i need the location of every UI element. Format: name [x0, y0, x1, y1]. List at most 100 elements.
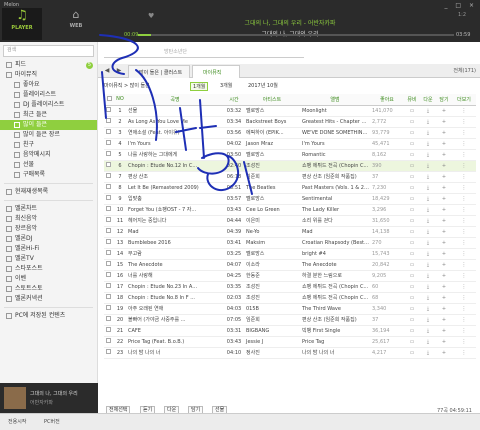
- add-icon[interactable]: +: [436, 259, 452, 271]
- mv-icon[interactable]: ▭: [404, 303, 420, 315]
- filter-option-3m[interactable]: 3개월: [220, 82, 232, 89]
- mv-icon[interactable]: ▭: [404, 193, 420, 205]
- checkbox[interactable]: [106, 151, 111, 156]
- add-icon[interactable]: +: [436, 171, 452, 183]
- row-likes[interactable]: 7,230: [370, 182, 404, 194]
- add-icon[interactable]: +: [436, 325, 452, 337]
- row-album[interactable]: I'm Yours: [300, 138, 370, 150]
- row-album[interactable]: 쇼팽 에튀드 전곡 (Chopin C...: [300, 281, 370, 293]
- row-checkbox[interactable]: [104, 149, 114, 161]
- download-icon[interactable]: ⤓: [420, 127, 436, 139]
- download-icon[interactable]: ⤓: [420, 204, 436, 216]
- row-album[interactable]: 소리 위를 걷다: [300, 215, 370, 227]
- row-artist[interactable]: 임준희: [244, 171, 300, 183]
- add-icon[interactable]: +: [436, 193, 452, 205]
- row-title[interactable]: As Long As You Love Me: [126, 116, 224, 128]
- more-icon[interactable]: ⋮: [452, 149, 476, 161]
- row-checkbox[interactable]: [104, 226, 114, 238]
- row-title[interactable]: 선물: [126, 105, 224, 117]
- more-icon[interactable]: ⋮: [452, 160, 476, 172]
- download-icon[interactable]: ⤓: [420, 292, 436, 304]
- bottom-item-start[interactable]: 전용시작: [8, 418, 26, 425]
- mv-icon[interactable]: ▭: [404, 325, 420, 337]
- table-row[interactable]: 14 부고람 03:25 멜로망스 bright #4 15,743 ▭ ⤓ + ⋮: [104, 248, 476, 260]
- row-title[interactable]: I'm Yours: [126, 138, 224, 150]
- row-checkbox[interactable]: [104, 215, 114, 227]
- checkbox[interactable]: [106, 239, 111, 244]
- row-album[interactable]: Romantic: [300, 149, 370, 161]
- download-icon[interactable]: ⤓: [420, 138, 436, 150]
- row-title[interactable]: Chopin : Etude No.8 In F ...: [126, 292, 224, 304]
- download-icon[interactable]: ⤓: [420, 116, 436, 128]
- tab-forward-icon[interactable]: ▶: [114, 66, 124, 76]
- sidebar-item[interactable]: 선물: [0, 160, 97, 170]
- download-icon[interactable]: ⤓: [420, 303, 436, 315]
- progress-bar[interactable]: [138, 34, 454, 36]
- row-album[interactable]: Price Tag: [300, 336, 370, 348]
- more-icon[interactable]: ⋮: [452, 226, 476, 238]
- more-icon[interactable]: ⋮: [452, 215, 476, 227]
- download-icon[interactable]: ⤓: [420, 281, 436, 293]
- table-row[interactable]: 11 헤어지는 중입니다 04:44 이은미 소리 위를 걷다 31,650 ▭ ⤓ + ⋮: [104, 215, 476, 227]
- row-artist[interactable]: 조성진: [244, 292, 300, 304]
- row-checkbox[interactable]: [104, 182, 114, 194]
- col-album[interactable]: 앨범: [300, 94, 370, 106]
- add-icon[interactable]: +: [436, 160, 452, 172]
- row-artist[interactable]: 멜로망스: [244, 193, 300, 205]
- row-likes[interactable]: 60: [370, 281, 404, 293]
- filter-option-month[interactable]: 2017년 10월: [248, 82, 278, 89]
- mv-icon[interactable]: ▭: [404, 347, 420, 359]
- row-likes[interactable]: 45,471: [370, 138, 404, 150]
- table-row[interactable]: 16 너를 사랑해 04:25 한동준 하결 분한 느림으로 9,205 ▭ ⤓ + ⋮: [104, 270, 476, 282]
- mv-icon[interactable]: ▭: [404, 248, 420, 260]
- row-checkbox[interactable]: [104, 281, 114, 293]
- col-no[interactable]: NO: [114, 94, 126, 106]
- table-row[interactable]: 18 Chopin : Etude No.8 In F ... 02:03 조성진 쇼팽…: [104, 292, 476, 304]
- checkbox[interactable]: [106, 316, 111, 321]
- row-checkbox[interactable]: [104, 292, 114, 304]
- row-artist[interactable]: Cee Lo Green: [244, 204, 300, 216]
- add-icon[interactable]: +: [436, 127, 452, 139]
- row-likes[interactable]: 9,205: [370, 270, 404, 282]
- row-likes[interactable]: 2,772: [370, 116, 404, 128]
- row-album[interactable]: 편상 산조 (임준희 작품집): [300, 171, 370, 183]
- row-likes[interactable]: 3,296: [370, 204, 404, 216]
- download-icon[interactable]: ⤓: [420, 226, 436, 238]
- row-artist[interactable]: 조성진: [244, 160, 300, 172]
- table-row[interactable]: 15 The Anecdote 04:07 이소라 The Anecdote 20,842…: [104, 259, 476, 271]
- sidebar-item[interactable]: 친구: [0, 140, 97, 150]
- table-row[interactable]: 5 나를 사랑하는 그대에게 03:50 멜로망스 Romantic 8,162 ▭ ⤓ + ⋮: [104, 149, 476, 161]
- row-album[interactable]: The Anecdote: [300, 259, 370, 271]
- mv-icon[interactable]: ▭: [404, 336, 420, 348]
- mini-player[interactable]: 그대의 나, 그대의 우리 어반자카파: [0, 383, 98, 413]
- mv-icon[interactable]: ▭: [404, 182, 420, 194]
- row-checkbox[interactable]: [104, 105, 114, 117]
- sidebar-item[interactable]: 많이 들은 장르: [0, 130, 97, 140]
- sidebar-item[interactable]: PC에 저장된 컨텐츠: [0, 311, 97, 321]
- checkbox[interactable]: [106, 349, 111, 354]
- row-title[interactable]: 헤어지는 중입니다: [126, 215, 224, 227]
- mv-icon[interactable]: ▭: [404, 149, 420, 161]
- row-album[interactable]: 나의 밤 나의 너: [300, 347, 370, 359]
- tab-my-music[interactable]: 마이뮤직: [192, 65, 240, 78]
- row-title[interactable]: Chopin : Etude No.23 In A...: [126, 281, 224, 293]
- more-icon[interactable]: ⋮: [452, 347, 476, 359]
- mv-icon[interactable]: ▭: [404, 314, 420, 326]
- row-likes[interactable]: 93,779: [370, 127, 404, 139]
- row-title[interactable]: Mad: [126, 226, 224, 238]
- row-title[interactable]: 나를 사랑하는 그대에게: [126, 149, 224, 161]
- web-nav-button[interactable]: ⌂ WEB: [56, 8, 96, 40]
- mv-icon[interactable]: ▭: [404, 237, 420, 249]
- checkbox[interactable]: [106, 228, 111, 233]
- mv-icon[interactable]: ▭: [404, 116, 420, 128]
- mv-icon[interactable]: ▭: [404, 171, 420, 183]
- sidebar-item[interactable]: 멜론Hi-Fi: [0, 244, 97, 254]
- table-row[interactable]: 17 Chopin : Etude No.23 In A... 03:35 조성진 쇼팽…: [104, 281, 476, 293]
- add-icon[interactable]: +: [436, 248, 452, 260]
- row-checkbox[interactable]: [104, 248, 114, 260]
- checkbox[interactable]: [106, 294, 111, 299]
- sidebar-item[interactable]: 플레이리스트: [0, 90, 97, 100]
- row-artist[interactable]: 임준희: [244, 314, 300, 326]
- row-checkbox[interactable]: [104, 270, 114, 282]
- row-title[interactable]: Let It Be (Remastered 2009): [126, 182, 224, 194]
